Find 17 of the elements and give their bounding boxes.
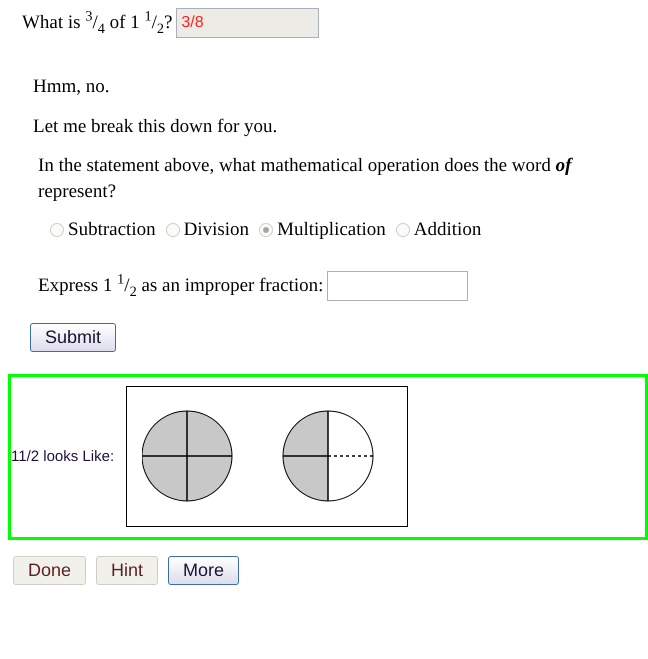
- radio-button[interactable]: [259, 222, 274, 237]
- option-label: Subtraction: [68, 218, 156, 241]
- submit-button[interactable]: Submit: [30, 322, 116, 352]
- radio-button[interactable]: [166, 222, 180, 237]
- question-text: In the statement above, what mathematical operation does the word of represent?: [38, 155, 572, 202]
- option-label: Division: [184, 218, 250, 241]
- question-text: What is $^{3}$/$_{4}$ of 1 $^{1}$/$_{2}$?: [22, 12, 172, 34]
- feedback-text: Let me break this down for you.: [33, 116, 278, 137]
- radio-button[interactable]: [396, 222, 410, 237]
- feedback-text: Hmm, no.: [33, 76, 110, 97]
- radio-button[interactable]: [50, 222, 64, 237]
- action-button[interactable]: More: [168, 556, 240, 585]
- answer-field[interactable]: [327, 270, 468, 301]
- option-label: Addition: [414, 218, 482, 241]
- question-text: Express 1 $^{1}$/$_{2}$ as an improper fraction:: [38, 274, 324, 297]
- hint-label: 11/2 looks Like:: [11, 448, 114, 466]
- option-label: Multiplication: [277, 218, 386, 241]
